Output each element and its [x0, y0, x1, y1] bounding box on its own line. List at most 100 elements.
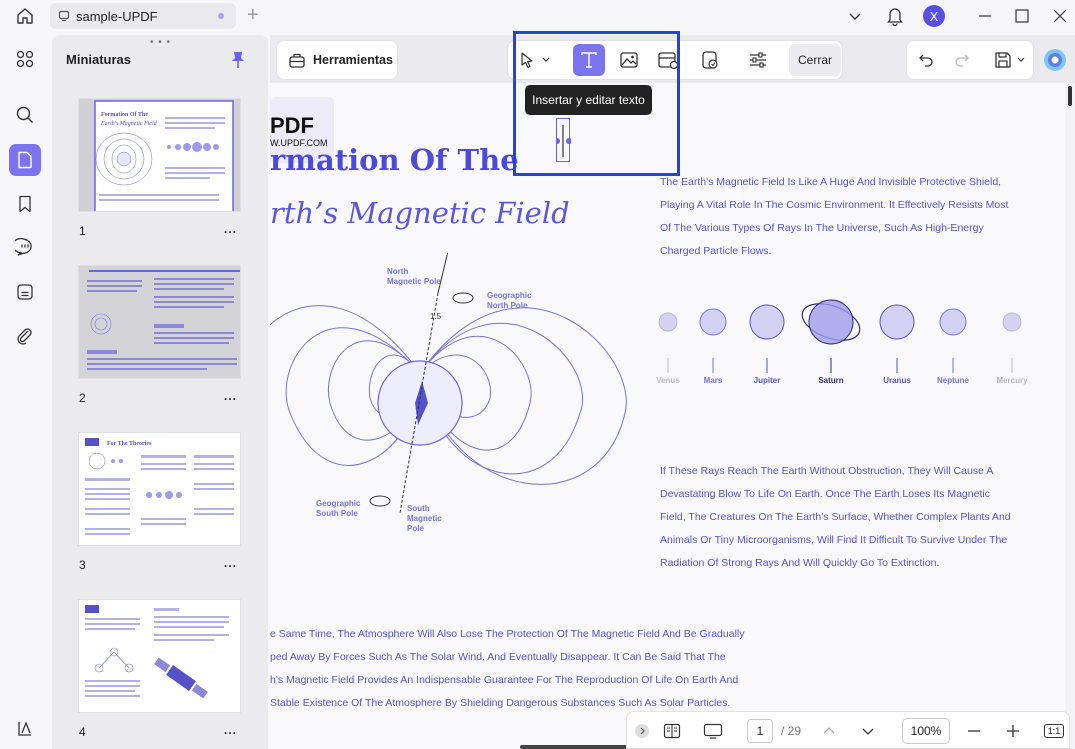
settings-tool-button[interactable] [742, 44, 774, 76]
thumbnail-4-number: 4 [79, 725, 86, 739]
planet-neptune [939, 308, 967, 336]
chevron-down-icon [849, 13, 861, 20]
thumbnails-button[interactable] [9, 144, 41, 176]
layers-button[interactable] [9, 713, 41, 745]
panel-title: Miniaturas [66, 52, 132, 67]
page-number-input[interactable]: 1 [747, 719, 773, 743]
panel-resize-grip[interactable]: • • • [150, 37, 171, 48]
comments-button[interactable] [9, 231, 41, 263]
actual-size-label: 1:1 [1043, 724, 1065, 738]
thumbnail-1-more-button[interactable]: ... [224, 222, 237, 236]
two-page-icon [663, 723, 681, 739]
grid-icon [16, 50, 34, 68]
thumbnail-2-more-button[interactable]: ... [224, 389, 237, 403]
planet-mars [699, 308, 727, 336]
geo-south-line-1: Geographic [316, 499, 361, 508]
horizontal-scrollbar-thumb[interactable] [520, 745, 630, 749]
planet-jupiter [749, 304, 785, 340]
chevron-right-circle-icon [635, 724, 649, 738]
thumbnail-1-preview: Formation Of The Earth's Magnetic Field [79, 99, 240, 211]
document-tab-label: sample-UPDF [76, 8, 158, 24]
geographic-south-pole-label: Geographic South Pole [316, 499, 360, 519]
close-window-button[interactable] [1048, 4, 1072, 28]
thumbnail-page-2[interactable] [78, 265, 241, 379]
notifications-button[interactable] [884, 4, 906, 28]
next-page-button[interactable] [856, 712, 880, 749]
document-subheading[interactable]: rth’s Magnetic Field [270, 196, 570, 230]
planet-uranus [879, 304, 915, 340]
north-magnetic-pole-label: North Magnetic Pole [387, 267, 441, 287]
save-button[interactable] [988, 44, 1032, 76]
slideshow-icon [703, 723, 723, 739]
title-bar: sample-UPDF + X [0, 0, 1075, 33]
atmosphere-line: ped Away By Forces Such As The Solar Win… [270, 651, 726, 663]
thumbnail-3-number: 3 [79, 558, 86, 572]
zoom-level-input[interactable]: 100% [902, 718, 950, 744]
north-magnetic-line-2: Magnetic Pole [387, 277, 441, 286]
zoom-out-button[interactable] [962, 712, 986, 749]
intro-line: The Earth's Magnetic Field Is Like A Hug… [660, 176, 1002, 188]
search-button[interactable] [9, 99, 41, 131]
collapse-bar-button[interactable] [631, 712, 653, 749]
thumbnail-3-more-button[interactable]: ... [224, 556, 237, 570]
rays-paragraph[interactable]: If These Rays Reach The Earth Without Ob… [660, 460, 1011, 575]
plus-icon [1007, 725, 1019, 737]
page-icon [18, 151, 32, 169]
stamps-button[interactable] [9, 276, 41, 308]
south-magnetic-pole-label: South Magnetic Pole [407, 504, 442, 534]
atmosphere-paragraph[interactable]: e Same Time, The Atmosphere Will Also Lo… [270, 623, 745, 715]
page-navigation-bar: 1 / 29 100% 1:1 [626, 711, 1070, 749]
redo-button[interactable] [946, 44, 978, 76]
document-tab[interactable]: sample-UPDF [50, 3, 236, 29]
planet-mercury [1002, 312, 1022, 332]
document-page[interactable]: PDF W.UPDF.COM rmation Of The rth’s Magn… [270, 83, 1065, 749]
updf-logo-text: PDF [270, 113, 314, 138]
geographic-north-pole-label: Geographic North Pole [487, 291, 531, 311]
watermark-tool-button[interactable] [694, 44, 726, 76]
account-button[interactable]: X [922, 4, 946, 28]
rays-line: Field, The Creatures On The Earth's Surf… [660, 511, 1011, 523]
left-rail [0, 33, 50, 749]
vertical-scrollbar[interactable] [1065, 83, 1075, 749]
undo-button[interactable] [910, 44, 942, 76]
intro-line: Of The Various Types Of Rays In The Univ… [660, 222, 984, 234]
bell-icon [887, 8, 903, 26]
south-magnetic-line-3: Pole [407, 524, 424, 533]
attachments-button[interactable] [9, 320, 41, 352]
layers-icon [18, 721, 31, 736]
close-edit-button[interactable]: Cerrar [789, 44, 841, 76]
tab-list-button[interactable] [845, 4, 865, 28]
maximize-button[interactable] [1010, 4, 1034, 28]
geo-north-line-1: Geographic [487, 291, 532, 300]
thumbnail-4-more-button[interactable]: ... [224, 723, 237, 737]
thumbnail-1-heading: Formation Of The [101, 112, 148, 118]
atmosphere-line: e Same Time, The Atmosphere Will Also Lo… [270, 628, 745, 640]
document-heading[interactable]: rmation Of The [270, 143, 519, 177]
tooltip: Insertar y editar texto [525, 85, 652, 115]
zoom-in-button[interactable] [1001, 712, 1025, 749]
apps-button[interactable] [9, 43, 41, 75]
maximize-icon [1015, 9, 1029, 23]
home-button[interactable] [12, 5, 38, 27]
bookmarks-button[interactable] [9, 188, 41, 220]
minimize-button[interactable] [973, 4, 997, 28]
thumbnail-page-3[interactable]: For The Theories [78, 432, 241, 546]
tools-label: Herramientas [313, 53, 393, 67]
tools-button[interactable]: Herramientas [276, 40, 398, 80]
page-layout-button[interactable] [659, 712, 685, 749]
toolbox-icon [289, 53, 305, 68]
previous-page-button[interactable] [817, 712, 841, 749]
atmosphere-line: h's Magnetic Field Provides An Indispens… [270, 674, 739, 686]
north-magnetic-line-1: North [387, 267, 409, 276]
intro-paragraph[interactable]: The Earth's Magnetic Field Is Like A Hug… [660, 171, 1008, 263]
presentation-button[interactable] [699, 712, 727, 749]
thumbnail-page-1[interactable]: Formation Of The Earth's Magnetic Field [78, 98, 241, 212]
ai-assistant-button[interactable] [1039, 44, 1071, 76]
vertical-scrollbar-thumb[interactable] [1068, 86, 1072, 106]
pin-panel-button[interactable] [231, 51, 245, 74]
thumbnail-1-subheading: Earth's Magnetic Field [100, 121, 158, 127]
thumbnail-page-4[interactable] [78, 599, 241, 713]
actual-size-button[interactable]: 1:1 [1041, 712, 1067, 749]
new-tab-button[interactable]: + [247, 3, 259, 27]
planet-saturn [808, 299, 854, 345]
